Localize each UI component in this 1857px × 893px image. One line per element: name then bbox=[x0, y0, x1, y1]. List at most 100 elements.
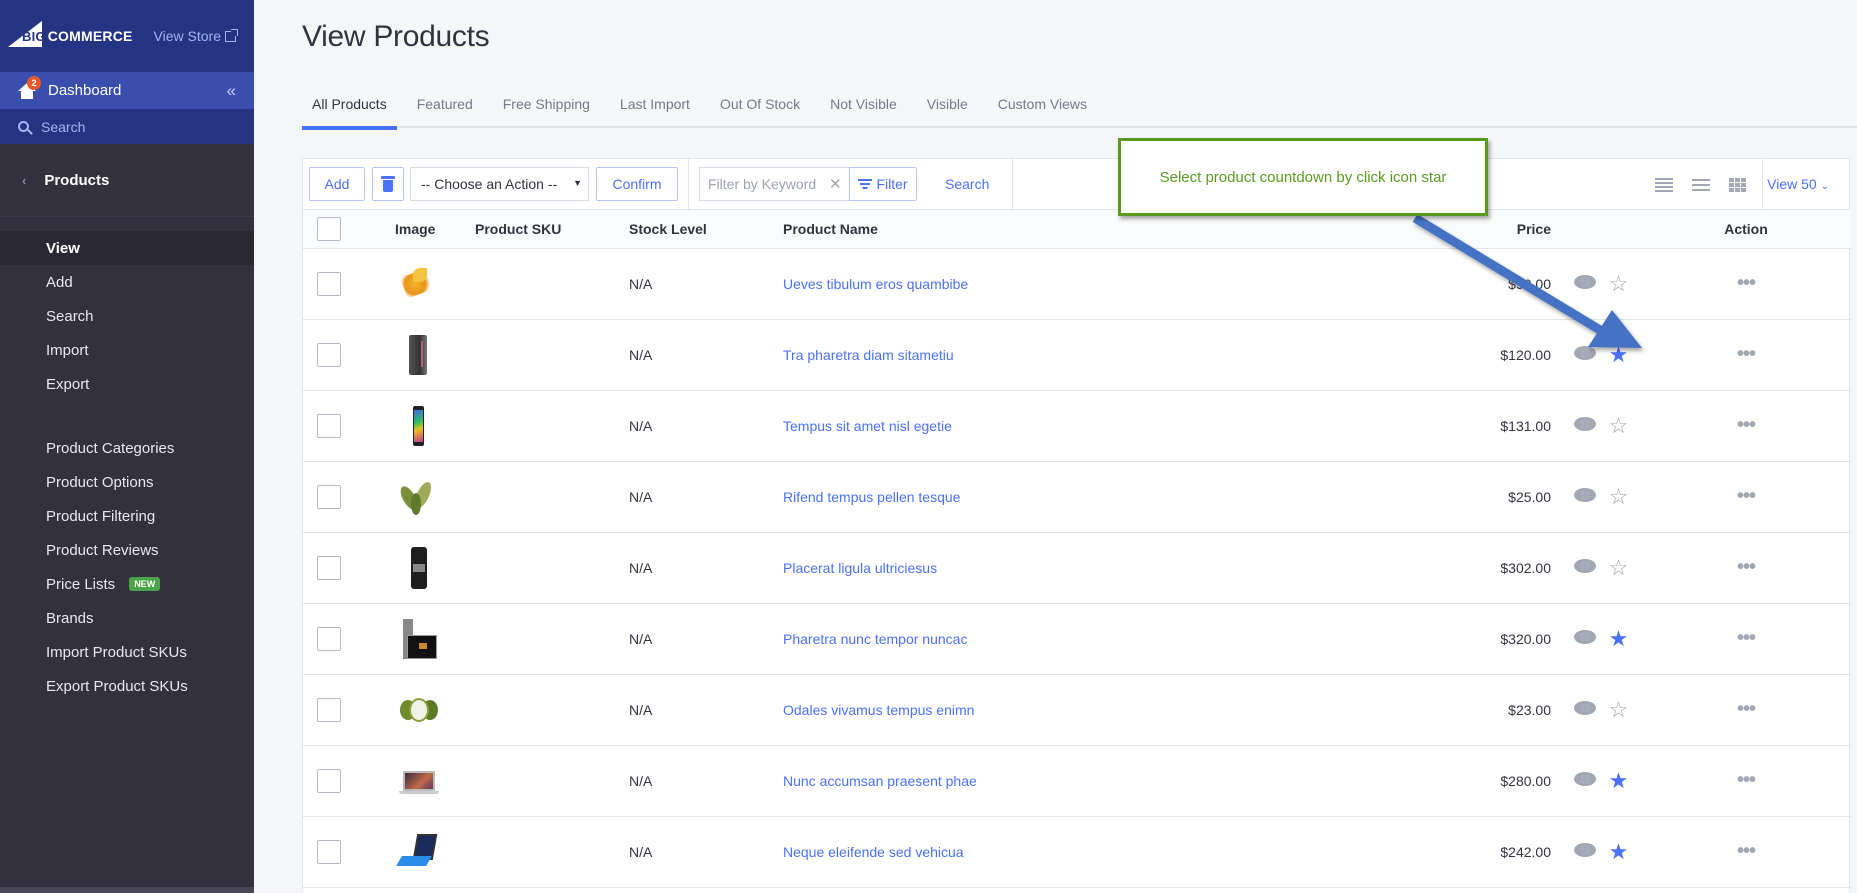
product-name-link[interactable]: Tra pharetra diam sitametiu bbox=[783, 347, 954, 363]
more-actions-icon[interactable]: ••• bbox=[1737, 414, 1756, 436]
sidebar-item-add[interactable]: Add bbox=[0, 265, 254, 299]
column-stock[interactable]: Stock Level bbox=[629, 210, 783, 249]
eye-icon[interactable] bbox=[1574, 559, 1596, 573]
product-thumbnail[interactable] bbox=[396, 830, 441, 874]
sidebar-item-import-product-skus[interactable]: Import Product SKUs bbox=[0, 635, 254, 669]
product-name-link[interactable]: Odales vivamus tempus enimn bbox=[783, 702, 974, 718]
row-checkbox[interactable] bbox=[317, 839, 341, 864]
star-outline-icon[interactable]: ☆ bbox=[1609, 697, 1629, 722]
product-name-link[interactable]: Ueves tibulum eros quambibe bbox=[783, 276, 968, 292]
sidebar-item-product-reviews[interactable]: Product Reviews bbox=[0, 533, 254, 567]
more-actions-icon[interactable]: ••• bbox=[1737, 272, 1756, 294]
sidebar-search[interactable]: Search bbox=[0, 109, 254, 144]
product-thumbnail[interactable] bbox=[397, 759, 441, 803]
tab-all-products[interactable]: All Products bbox=[302, 94, 397, 130]
action-select[interactable]: -- Choose an Action -- ▼ bbox=[410, 167, 589, 201]
sidebar-item-export[interactable]: Export bbox=[0, 367, 254, 401]
view-store-link[interactable]: View Store bbox=[154, 28, 238, 44]
star-filled-icon[interactable]: ★ bbox=[1609, 342, 1629, 367]
delete-button[interactable] bbox=[372, 167, 404, 201]
row-checkbox[interactable] bbox=[317, 697, 341, 722]
row-checkbox[interactable] bbox=[317, 484, 341, 509]
sidebar-item-price-lists[interactable]: Price Lists NEW bbox=[0, 567, 254, 601]
filter-button[interactable]: Filter bbox=[849, 167, 917, 201]
product-thumbnail[interactable] bbox=[397, 262, 441, 306]
price-cell: $131.00 bbox=[1433, 390, 1551, 462]
sidebar-item-export-product-skus[interactable]: Export Product SKUs bbox=[0, 669, 254, 703]
product-name-link[interactable]: Tempus sit amet nisl egetie bbox=[783, 418, 952, 434]
star-filled-icon[interactable]: ★ bbox=[1609, 839, 1629, 864]
sidebar-item-product-categories[interactable]: Product Categories bbox=[0, 431, 254, 465]
sidebar-item-search[interactable]: Search bbox=[0, 299, 254, 333]
list-view-icon[interactable] bbox=[1692, 178, 1710, 192]
row-checkbox[interactable] bbox=[317, 626, 341, 651]
eye-icon[interactable] bbox=[1574, 772, 1596, 786]
more-actions-icon[interactable]: ••• bbox=[1737, 698, 1756, 720]
product-name-link[interactable]: Nunc accumsan praesent phae bbox=[783, 773, 977, 789]
filter-keyword-input[interactable] bbox=[699, 167, 849, 201]
tab-visible[interactable]: Visible bbox=[917, 94, 978, 128]
visibility-cell bbox=[1551, 674, 1596, 746]
eye-icon[interactable] bbox=[1574, 630, 1596, 644]
product-thumbnail[interactable] bbox=[397, 546, 441, 590]
tab-not-visible[interactable]: Not Visible bbox=[820, 94, 907, 128]
product-name-link[interactable]: Neque eleifende sed vehicua bbox=[783, 844, 964, 860]
search-icon bbox=[18, 121, 29, 132]
collapse-sidebar-icon[interactable]: « bbox=[227, 81, 236, 101]
row-checkbox[interactable] bbox=[317, 768, 341, 793]
sidebar-dashboard[interactable]: 2 Dashboard « bbox=[0, 72, 254, 109]
sidebar-item-view[interactable]: View bbox=[0, 231, 254, 265]
column-sku[interactable]: Product SKU bbox=[475, 210, 629, 249]
bigcommerce-logo[interactable]: BIG COMMERCE bbox=[8, 21, 133, 49]
more-actions-icon[interactable]: ••• bbox=[1737, 485, 1756, 507]
more-actions-icon[interactable]: ••• bbox=[1737, 556, 1756, 578]
eye-icon[interactable] bbox=[1574, 701, 1596, 715]
more-actions-icon[interactable]: ••• bbox=[1737, 840, 1756, 862]
star-filled-icon[interactable]: ★ bbox=[1609, 768, 1629, 793]
eye-icon[interactable] bbox=[1574, 843, 1596, 857]
row-checkbox[interactable] bbox=[317, 271, 341, 296]
confirm-button[interactable]: Confirm bbox=[596, 167, 678, 201]
sidebar-item-brands[interactable]: Brands bbox=[0, 601, 254, 635]
compact-list-icon[interactable] bbox=[1655, 177, 1673, 192]
star-outline-icon[interactable]: ☆ bbox=[1609, 484, 1629, 509]
select-all-checkbox[interactable] bbox=[317, 216, 341, 241]
star-filled-icon[interactable]: ★ bbox=[1609, 626, 1629, 651]
eye-icon[interactable] bbox=[1574, 346, 1596, 360]
star-outline-icon[interactable]: ☆ bbox=[1609, 413, 1629, 438]
eye-icon[interactable] bbox=[1574, 275, 1596, 289]
sidebar-item-product-options[interactable]: Product Options bbox=[0, 465, 254, 499]
eye-icon[interactable] bbox=[1574, 417, 1596, 431]
add-button[interactable]: Add bbox=[309, 167, 365, 201]
more-actions-icon[interactable]: ••• bbox=[1737, 627, 1756, 649]
tab-custom-views[interactable]: Custom Views bbox=[988, 94, 1097, 128]
search-button[interactable]: Search bbox=[945, 176, 989, 192]
product-thumbnail[interactable] bbox=[397, 617, 441, 661]
star-outline-icon[interactable]: ☆ bbox=[1609, 555, 1629, 580]
star-outline-icon[interactable]: ☆ bbox=[1609, 271, 1629, 296]
sidebar-item-import[interactable]: Import bbox=[0, 333, 254, 367]
product-name-link[interactable]: Rifend tempus pellen tesque bbox=[783, 489, 960, 505]
sidebar-item-product-filtering[interactable]: Product Filtering bbox=[0, 499, 254, 533]
view-count-select[interactable]: View 50 ⌄ bbox=[1767, 176, 1829, 192]
row-checkbox[interactable] bbox=[317, 555, 341, 580]
product-name-link[interactable]: Pharetra nunc tempor nuncac bbox=[783, 631, 967, 647]
clear-icon[interactable]: ✕ bbox=[829, 175, 842, 193]
more-actions-icon[interactable]: ••• bbox=[1737, 769, 1756, 791]
grid-view-icon[interactable] bbox=[1729, 177, 1747, 192]
row-checkbox[interactable] bbox=[317, 413, 341, 438]
product-thumbnail[interactable] bbox=[397, 333, 441, 377]
tab-free-shipping[interactable]: Free Shipping bbox=[493, 94, 600, 128]
product-thumbnail[interactable] bbox=[397, 688, 441, 732]
product-name-link[interactable]: Placerat ligula ultriciesus bbox=[783, 560, 937, 576]
tab-last-import[interactable]: Last Import bbox=[610, 94, 700, 128]
chevron-left-icon[interactable]: ‹ bbox=[22, 173, 26, 188]
tab-featured[interactable]: Featured bbox=[407, 94, 483, 128]
eye-icon[interactable] bbox=[1574, 488, 1596, 502]
tab-out-of-stock[interactable]: Out Of Stock bbox=[710, 94, 810, 128]
sidebar-scrollbar[interactable] bbox=[0, 887, 254, 893]
product-thumbnail[interactable] bbox=[397, 475, 441, 519]
more-actions-icon[interactable]: ••• bbox=[1737, 343, 1756, 365]
product-thumbnail[interactable] bbox=[397, 404, 441, 448]
row-checkbox[interactable] bbox=[317, 342, 341, 367]
